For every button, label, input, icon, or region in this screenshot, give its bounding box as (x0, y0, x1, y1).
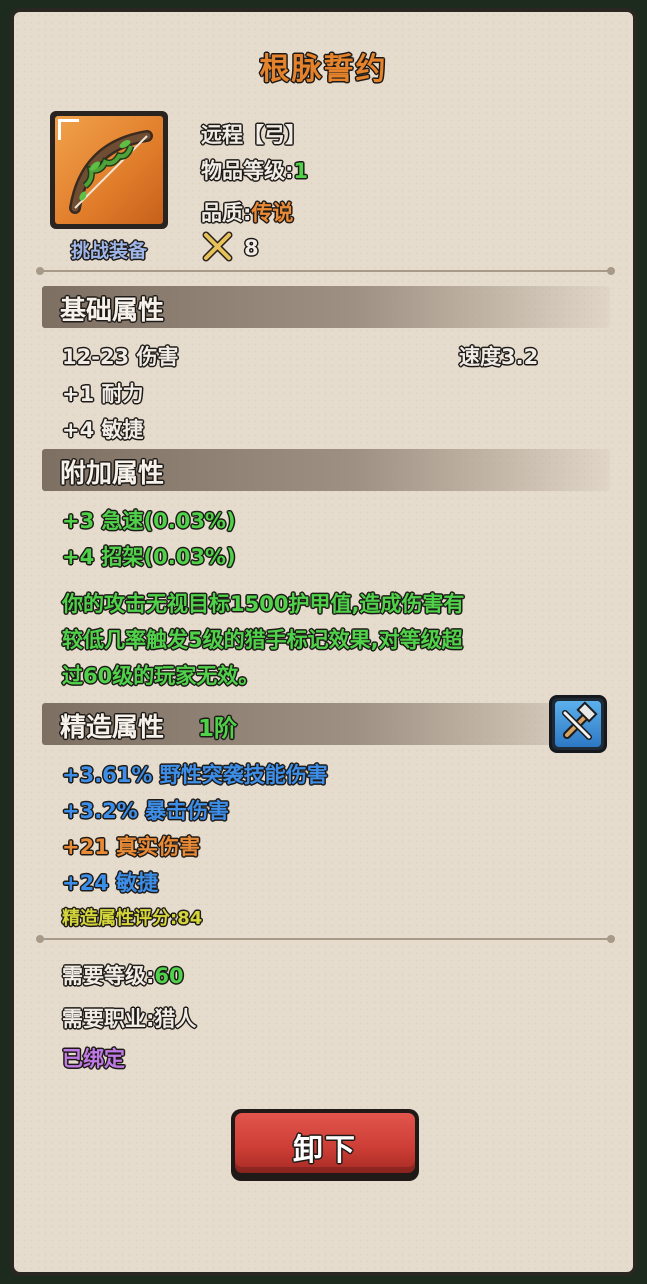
forged-score: 精造属性评分:84 (62, 908, 203, 929)
source-tag: 挑战装备 (70, 240, 147, 262)
section-title: 附加属性 (60, 459, 165, 489)
forged-stat-line: +24 敏捷 (62, 871, 159, 895)
unequip-label: 卸下 (293, 1133, 357, 1168)
required-class-value: 猎人 (154, 1007, 197, 1031)
effect-description: 你的攻击无视目标1500护甲值,造成伤害有 较低几率触发5级的猎手标记效果,对等… (62, 586, 610, 694)
required-level-label: 需要等级: (62, 964, 155, 988)
section-base-stats: 基础属性 (42, 286, 610, 328)
section-forged-stats: 精造属性 1阶 (42, 703, 610, 745)
item-name: 根脉誓约 (259, 52, 388, 87)
required-level: 需要等级:60 (62, 960, 184, 990)
bound-status: 已绑定 (62, 1047, 125, 1071)
forged-stat-line: +3.61% 野性突袭技能伤害 (62, 763, 328, 787)
power-count: 8 (244, 236, 259, 260)
crossed-swords-icon (202, 231, 233, 262)
description-line: 你的攻击无视目标1500护甲值,造成伤害有 (62, 592, 465, 616)
divider (36, 935, 615, 943)
bonus-stat-line: +4 招架(0.03%) (62, 545, 236, 569)
description-line: 过60级的玩家无效。 (62, 664, 260, 688)
forged-stat-line: +3.2% 暴击伤害 (62, 799, 230, 823)
hammer-icon (562, 701, 598, 740)
item-level-label: 物品等级: (201, 159, 294, 183)
divider (36, 267, 615, 275)
unequip-button[interactable]: 卸下 (231, 1109, 419, 1181)
item-quality: 品质:传说 (201, 197, 293, 227)
speed-line: 速度3.2 (459, 345, 539, 369)
damage-line: 12-23 伤害 (62, 345, 179, 369)
item-icon-frame (50, 111, 168, 229)
forge-button[interactable] (549, 695, 607, 753)
required-level-value: 60 (154, 964, 184, 988)
section-bonus-stats: 附加属性 (42, 449, 610, 491)
forge-tier: 1阶 (198, 716, 238, 742)
corner-mark (58, 119, 79, 140)
required-class: 需要职业:猎人 (62, 1003, 196, 1033)
description-line: 较低几率触发5级的猎手标记效果,对等级超 (62, 628, 463, 652)
item-level-value: 1 (293, 159, 309, 183)
quality-label: 品质: (201, 201, 252, 225)
item-level: 物品等级:1 (201, 155, 308, 185)
item-type: 远程【弓】 (201, 123, 306, 147)
required-class-label: 需要职业: (62, 1007, 155, 1031)
base-stat-line: +4 敏捷 (62, 418, 144, 442)
section-title: 基础属性 (60, 296, 165, 326)
base-stat-line: +1 耐力 (62, 382, 144, 406)
forged-stat-line: +21 真实伤害 (62, 835, 201, 859)
bonus-stat-line: +3 急速(0.03%) (62, 509, 236, 533)
quality-value: 传说 (251, 201, 294, 225)
section-title: 精造属性 (60, 713, 165, 743)
